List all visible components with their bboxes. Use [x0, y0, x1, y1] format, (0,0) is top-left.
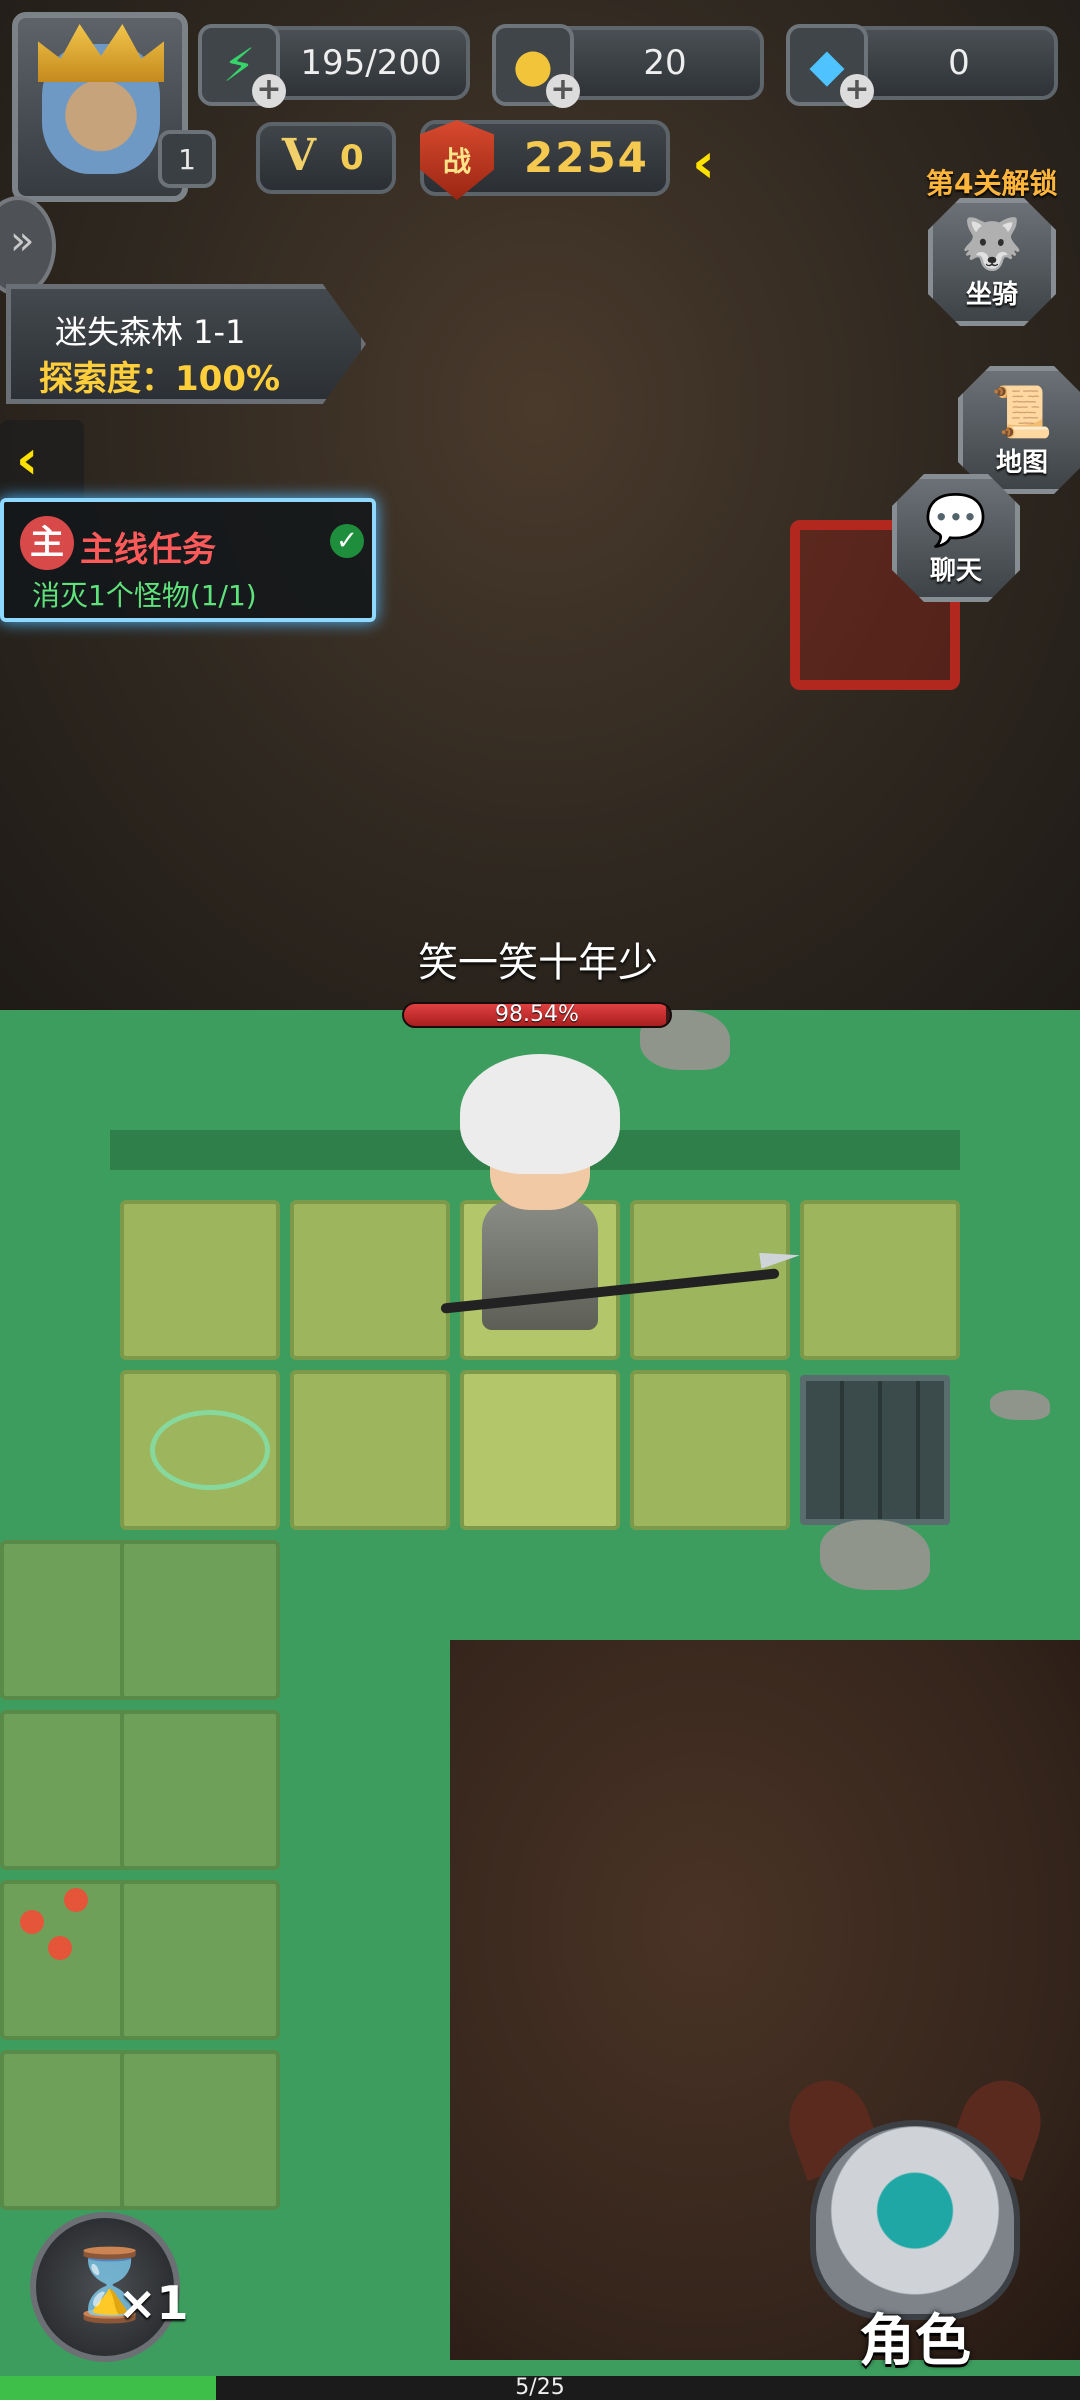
double-chevron-icon: »: [10, 218, 35, 264]
check-complete-icon: ✓: [330, 524, 364, 558]
mount-unlock-note: 第4关解锁: [926, 167, 1058, 200]
speed-toggle-button[interactable]: ⌛ ×1: [30, 2212, 189, 2362]
gold-counter[interactable]: ● + 20: [492, 24, 764, 108]
floor-tile[interactable]: [120, 1200, 280, 1360]
flower-decoration: [20, 1910, 44, 1934]
vip-level: 0: [340, 138, 364, 178]
hp-percent: 98.54%: [495, 1002, 579, 1027]
map-progress-text: 5/25: [515, 2375, 565, 2400]
dungeon-door[interactable]: [800, 1375, 950, 1525]
energy-value: 195/200: [300, 43, 442, 83]
combat-power: 战 2254: [420, 120, 670, 200]
floor-tile[interactable]: [120, 1710, 280, 1870]
character-name: 笑一笑十年少: [418, 940, 658, 986]
floor-tile[interactable]: [290, 1200, 450, 1360]
exploration-progress: 探索度：100%: [39, 359, 281, 399]
map-label: 地图: [995, 448, 1048, 478]
hero-armor: [482, 1200, 598, 1330]
map-progress-bar: 5/25: [0, 2376, 1080, 2400]
main-quest-panel[interactable]: 主 主线任务 ✓ 消灭1个怪物(1/1): [0, 498, 376, 622]
combat-power-value: 2254: [524, 133, 649, 182]
rock-decoration: [990, 1390, 1050, 1420]
quest-collapse-button[interactable]: ‹: [0, 420, 84, 500]
floor-tile[interactable]: [120, 2050, 280, 2210]
character-hp-bar: 98.54%: [402, 1002, 672, 1028]
mount-label: 坐骑: [965, 280, 1018, 310]
stage-info-panel[interactable]: 迷失森林 1-1 探索度：100%: [6, 284, 366, 404]
stage-name: 迷失森林 1-1: [55, 313, 246, 351]
map-scroll-icon: 📜: [990, 383, 1054, 441]
helmet-icon: [810, 2120, 1020, 2320]
vip-badge[interactable]: V 0: [256, 122, 396, 194]
character-menu-label: 角色: [859, 2309, 971, 2374]
rock-decoration: [820, 1520, 930, 1590]
chat-label: 聊天: [929, 556, 982, 586]
flower-decoration: [48, 1936, 72, 1960]
gold-value: 20: [643, 43, 687, 83]
main-quest-tag: 主: [20, 516, 74, 570]
speed-multiplier: ×1: [118, 2276, 189, 2330]
rune-portal-icon[interactable]: [150, 1410, 270, 1490]
flower-decoration: [64, 1888, 88, 1912]
diamond-value: 0: [948, 43, 970, 83]
combat-shield-icon: 战: [420, 120, 494, 200]
player-level-badge: 1: [158, 130, 216, 188]
chat-bubble-icon: 💬: [924, 491, 988, 549]
vip-wing-icon: V: [281, 130, 317, 181]
floor-tile[interactable]: [290, 1370, 450, 1530]
chat-button[interactable]: 💬 聊天: [892, 474, 1020, 602]
collapse-hud-chevron-icon[interactable]: ‹: [692, 134, 742, 194]
quest-title: 主线任务: [80, 530, 216, 570]
floor-tile[interactable]: [120, 1540, 280, 1700]
diamond-counter[interactable]: ◆ + 0: [786, 24, 1058, 108]
floor-tile[interactable]: [120, 1880, 280, 2040]
floor-tile[interactable]: [630, 1370, 790, 1530]
chevron-left-icon: ‹: [16, 428, 39, 491]
quest-description: 消灭1个怪物(1/1): [32, 579, 257, 612]
hero-hair: [460, 1054, 620, 1174]
character-menu-button[interactable]: 角色: [777, 2069, 1053, 2380]
wolf-icon: 🐺: [960, 215, 1024, 273]
floor-tile[interactable]: [460, 1370, 620, 1530]
floor-tile[interactable]: [800, 1200, 960, 1360]
energy-counter[interactable]: ⚡ + 195/200: [198, 24, 470, 108]
mount-button[interactable]: 🐺 坐骑: [928, 198, 1056, 326]
